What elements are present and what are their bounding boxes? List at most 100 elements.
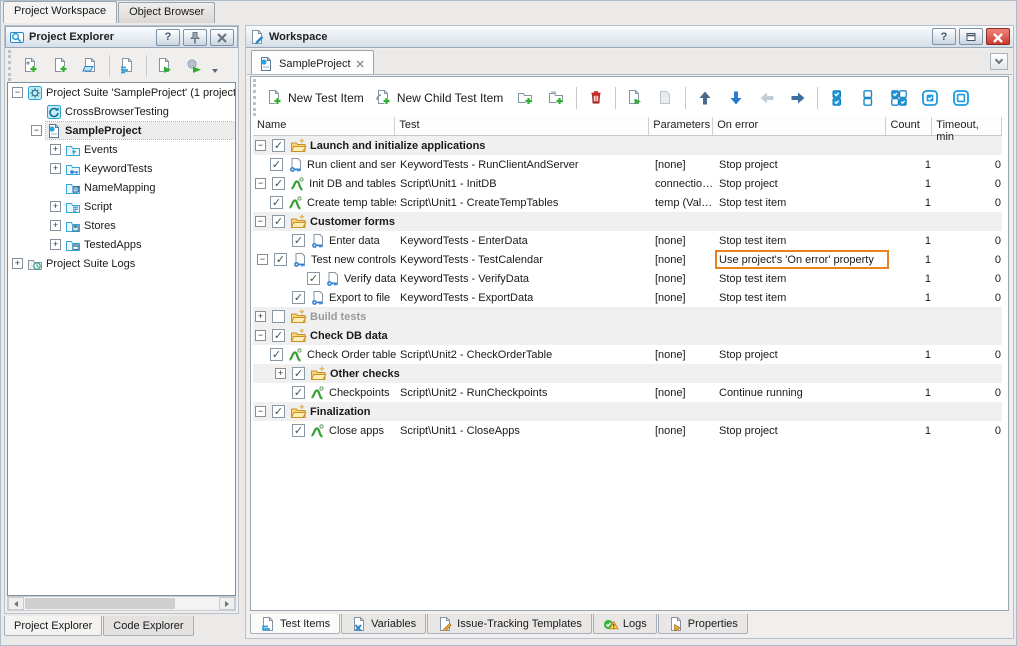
workspace-tab-issue-tracking-templates[interactable]: Issue-Tracking Templates <box>427 614 592 634</box>
row-checkbox[interactable] <box>272 310 285 323</box>
row-expander-icon[interactable]: − <box>255 330 266 341</box>
tree-expander-icon[interactable]: + <box>50 144 61 155</box>
tree-expander-icon[interactable]: + <box>50 201 61 212</box>
toolbar-button-run-project-icon[interactable] <box>151 53 179 79</box>
test-item-row-check-order-table[interactable]: ✓Check Order tableScript\Unit2 - CheckOr… <box>253 345 1002 364</box>
row-checkbox[interactable]: ✓ <box>274 253 287 266</box>
toolbar-button-organize-items-icon[interactable] <box>114 53 142 79</box>
row-checkbox[interactable]: ✓ <box>270 348 283 361</box>
column-header-parameters[interactable]: Parameters <box>649 117 713 135</box>
row-expander-icon[interactable]: − <box>255 216 266 227</box>
scrollbar-track[interactable] <box>176 597 219 610</box>
help-button[interactable]: ? <box>156 29 180 46</box>
toolbar-button-uncheck-selected-icon[interactable] <box>947 85 975 111</box>
toolbar-button-run-selected-icon[interactable] <box>621 85 649 111</box>
pin-button[interactable] <box>183 29 207 46</box>
tab-list-dropdown-button[interactable] <box>990 53 1008 70</box>
row-checkbox[interactable]: ✓ <box>292 291 305 304</box>
toolbar-button-invert-checks-icon[interactable] <box>885 85 913 111</box>
toolbar-button-move-left-icon[interactable] <box>753 85 781 111</box>
panel-tab-code-explorer[interactable]: Code Explorer <box>103 616 193 636</box>
toolbar-button-move-up-icon[interactable] <box>691 85 719 111</box>
tree-item-stores[interactable]: +Stores <box>8 216 235 235</box>
row-expander-icon[interactable]: − <box>255 178 266 189</box>
test-item-row-finalization[interactable]: −✓Finalization <box>253 402 1002 421</box>
tree-expander-icon[interactable]: − <box>12 87 23 98</box>
tree-item-project-suite-logs[interactable]: +Project Suite Logs <box>8 254 235 273</box>
toolbar-button-add-project-icon[interactable] <box>17 53 45 79</box>
row-checkbox[interactable]: ✓ <box>272 215 285 228</box>
tree-expander-icon[interactable]: − <box>31 125 42 136</box>
test-item-row-checkpoints[interactable]: ✓CheckpointsScript\Unit2 - RunCheckpoint… <box>253 383 1002 402</box>
new-child-test-item-button[interactable]: New Child Test Item <box>373 87 509 109</box>
toolbar-button-move-right-icon[interactable] <box>784 85 812 111</box>
toolbar-button-delete-icon[interactable] <box>582 85 610 111</box>
new-test-item-button[interactable]: New Test Item <box>264 87 370 109</box>
toolbar-button-move-down-icon[interactable] <box>722 85 750 111</box>
toolbar-button-new-group-icon[interactable] <box>512 85 540 111</box>
row-checkbox[interactable]: ✓ <box>272 405 285 418</box>
scroll-right-button[interactable] <box>219 597 235 610</box>
workspace-close-button[interactable] <box>986 28 1010 45</box>
test-item-row-run-client-and-server[interactable]: ✓Run client and serverKeywordTests - Run… <box>253 155 1002 174</box>
close-tab-icon[interactable]: ✕ <box>356 58 365 71</box>
test-item-row-launch-and-initialize-applications[interactable]: −✓Launch and initialize applications <box>253 136 1002 155</box>
toolbar-button-paste-disabled-icon[interactable] <box>652 85 680 111</box>
column-header-count[interactable]: Count <box>886 117 932 135</box>
tree-item-project-suite-sampleproject-1-project[interactable]: −Project Suite 'SampleProject' (1 projec… <box>8 83 235 102</box>
row-expander-icon[interactable]: + <box>255 311 266 322</box>
column-header-timeout-min[interactable]: Timeout, min <box>932 117 1002 135</box>
row-checkbox[interactable]: ✓ <box>292 367 305 380</box>
toolbar-button-open-file-icon[interactable] <box>77 53 105 79</box>
scroll-left-button[interactable] <box>8 597 24 610</box>
tree-expander-icon[interactable]: + <box>50 163 61 174</box>
scrollbar-thumb[interactable] <box>25 598 175 609</box>
workspace-tab-logs[interactable]: Logs <box>593 614 657 634</box>
tree-item-sampleproject[interactable]: −SampleProject <box>8 121 235 140</box>
column-header-on-error[interactable]: On error <box>713 117 886 135</box>
workspace-restore-button[interactable] <box>959 28 983 45</box>
tree-item-keywordtests[interactable]: +KeywordTests <box>8 159 235 178</box>
row-expander-icon[interactable]: − <box>255 406 266 417</box>
row-expander-icon[interactable]: + <box>275 368 286 379</box>
close-panel-button[interactable] <box>210 29 234 46</box>
row-checkbox[interactable]: ✓ <box>270 196 283 209</box>
tree-expander-icon[interactable]: + <box>50 239 61 250</box>
row-checkbox[interactable]: ✓ <box>272 139 285 152</box>
row-checkbox[interactable]: ✓ <box>292 424 305 437</box>
panel-tab-project-explorer[interactable]: Project Explorer <box>4 616 102 636</box>
test-item-row-export-to-file[interactable]: ✓Export to fileKeywordTests - ExportData… <box>253 288 1002 307</box>
test-item-row-test-new-controls[interactable]: −✓Test new controlsKeywordTests - TestCa… <box>253 250 1002 269</box>
workspace-tab-variables[interactable]: Variables <box>341 614 426 634</box>
row-checkbox[interactable]: ✓ <box>270 158 283 171</box>
test-item-row-check-db-data[interactable]: −✓Check DB data <box>253 326 1002 345</box>
column-header-test[interactable]: Test <box>395 117 649 135</box>
row-checkbox[interactable]: ✓ <box>272 329 285 342</box>
toolbar-button-new-child-group-icon[interactable] <box>543 85 571 111</box>
toolbar-button-new-item-icon[interactable] <box>47 53 75 79</box>
row-expander-icon[interactable]: − <box>255 140 266 151</box>
test-item-row-verify-data[interactable]: ✓Verify dataKeywordTests - VerifyData[no… <box>253 269 1002 288</box>
toolbar-button-run-project-suite-icon[interactable] <box>181 53 209 79</box>
test-item-row-build-tests[interactable]: +Build tests <box>253 307 1002 326</box>
row-checkbox[interactable]: ✓ <box>292 234 305 247</box>
toolbar-button-uncheck-all-icon[interactable] <box>854 85 882 111</box>
toolbar-button-check-all-icon[interactable] <box>823 85 851 111</box>
document-tab-sampleproject[interactable]: SampleProject ✕ <box>251 50 374 74</box>
test-item-row-other-checks[interactable]: +✓Other checks <box>253 364 1002 383</box>
workspace-tab-test-items[interactable]: Test Items <box>250 614 340 634</box>
row-expander-icon[interactable]: − <box>257 254 268 265</box>
test-item-row-enter-data[interactable]: ✓Enter dataKeywordTests - EnterData[none… <box>253 231 1002 250</box>
tree-item-events[interactable]: +Events <box>8 140 235 159</box>
tree-item-script[interactable]: +Script <box>8 197 235 216</box>
tree-horizontal-scrollbar[interactable] <box>7 596 236 611</box>
toolbar-button-check-selected-icon[interactable] <box>916 85 944 111</box>
test-item-row-create-temp-tables[interactable]: ✓Create temp tablesScript\Unit1 - Create… <box>253 193 1002 212</box>
test-item-row-close-apps[interactable]: ✓Close appsScript\Unit1 - CloseApps[none… <box>253 421 1002 440</box>
workspace-tab-properties[interactable]: Properties <box>658 614 748 634</box>
test-item-row-customer-forms[interactable]: −✓Customer forms <box>253 212 1002 231</box>
main-tab-project-workspace[interactable]: Project Workspace <box>3 1 117 23</box>
workspace-help-button[interactable]: ? <box>932 28 956 45</box>
main-tab-object-browser[interactable]: Object Browser <box>118 2 215 23</box>
row-checkbox[interactable]: ✓ <box>307 272 320 285</box>
